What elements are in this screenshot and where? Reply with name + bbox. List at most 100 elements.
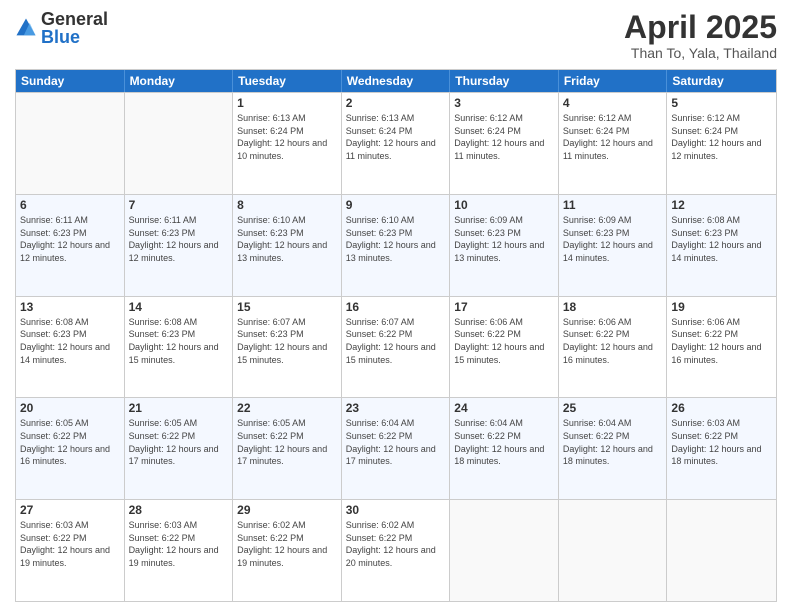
day-number: 30 — [346, 503, 446, 517]
day-number: 6 — [20, 198, 120, 212]
cal-cell-14: 14 Sunrise: 6:08 AMSunset: 6:23 PMDayligh… — [125, 297, 234, 398]
day-number: 23 — [346, 401, 446, 415]
cal-cell-3: 3 Sunrise: 6:12 AMSunset: 6:24 PMDaylight… — [450, 93, 559, 194]
day-number: 12 — [671, 198, 772, 212]
day-number: 13 — [20, 300, 120, 314]
header: General Blue April 2025 Than To, Yala, T… — [15, 10, 777, 61]
day-number: 28 — [129, 503, 229, 517]
day-info: Sunrise: 6:12 AMSunset: 6:24 PMDaylight:… — [454, 112, 554, 162]
cal-cell-29: 29 Sunrise: 6:02 AMSunset: 6:22 PMDayligh… — [233, 500, 342, 601]
cal-cell-empty — [559, 500, 668, 601]
day-header-friday: Friday — [559, 70, 668, 92]
day-number: 11 — [563, 198, 663, 212]
logo-icon — [15, 17, 37, 39]
day-header-wednesday: Wednesday — [342, 70, 451, 92]
cal-cell-25: 25 Sunrise: 6:04 AMSunset: 6:22 PMDayligh… — [559, 398, 668, 499]
logo-text: General Blue — [41, 10, 108, 46]
cal-cell-20: 20 Sunrise: 6:05 AMSunset: 6:22 PMDayligh… — [16, 398, 125, 499]
day-number: 20 — [20, 401, 120, 415]
calendar-subtitle: Than To, Yala, Thailand — [624, 45, 777, 61]
week-row-2: 6 Sunrise: 6:11 AMSunset: 6:23 PMDaylight… — [16, 194, 776, 296]
day-info: Sunrise: 6:08 AMSunset: 6:23 PMDaylight:… — [20, 316, 120, 366]
cal-cell-11: 11 Sunrise: 6:09 AMSunset: 6:23 PMDayligh… — [559, 195, 668, 296]
day-number: 27 — [20, 503, 120, 517]
calendar-header-row: SundayMondayTuesdayWednesdayThursdayFrid… — [16, 70, 776, 92]
calendar: SundayMondayTuesdayWednesdayThursdayFrid… — [15, 69, 777, 602]
day-info: Sunrise: 6:06 AMSunset: 6:22 PMDaylight:… — [671, 316, 772, 366]
day-number: 19 — [671, 300, 772, 314]
cal-cell-18: 18 Sunrise: 6:06 AMSunset: 6:22 PMDayligh… — [559, 297, 668, 398]
day-number: 26 — [671, 401, 772, 415]
page: General Blue April 2025 Than To, Yala, T… — [0, 0, 792, 612]
day-info: Sunrise: 6:10 AMSunset: 6:23 PMDaylight:… — [346, 214, 446, 264]
day-info: Sunrise: 6:09 AMSunset: 6:23 PMDaylight:… — [563, 214, 663, 264]
day-info: Sunrise: 6:05 AMSunset: 6:22 PMDaylight:… — [129, 417, 229, 467]
day-info: Sunrise: 6:07 AMSunset: 6:22 PMDaylight:… — [346, 316, 446, 366]
day-number: 3 — [454, 96, 554, 110]
cal-cell-13: 13 Sunrise: 6:08 AMSunset: 6:23 PMDayligh… — [16, 297, 125, 398]
day-info: Sunrise: 6:13 AMSunset: 6:24 PMDaylight:… — [237, 112, 337, 162]
cal-cell-9: 9 Sunrise: 6:10 AMSunset: 6:23 PMDaylight… — [342, 195, 451, 296]
calendar-body: 1 Sunrise: 6:13 AMSunset: 6:24 PMDaylight… — [16, 92, 776, 601]
logo-blue: Blue — [41, 28, 108, 46]
day-number: 25 — [563, 401, 663, 415]
day-info: Sunrise: 6:11 AMSunset: 6:23 PMDaylight:… — [129, 214, 229, 264]
day-header-thursday: Thursday — [450, 70, 559, 92]
day-number: 18 — [563, 300, 663, 314]
cal-cell-4: 4 Sunrise: 6:12 AMSunset: 6:24 PMDaylight… — [559, 93, 668, 194]
cal-cell-24: 24Sunrise: 6:04 AMSunset: 6:22 PMDayligh… — [450, 398, 559, 499]
day-number: 7 — [129, 198, 229, 212]
calendar-title: April 2025 — [624, 10, 777, 45]
day-info: Sunrise: 6:07 AMSunset: 6:23 PMDaylight:… — [237, 316, 337, 366]
cal-cell-22: 22Sunrise: 6:05 AMSunset: 6:22 PMDayligh… — [233, 398, 342, 499]
day-header-sunday: Sunday — [16, 70, 125, 92]
cal-cell-empty — [667, 500, 776, 601]
day-info: Sunrise: 6:04 AMSunset: 6:22 PMDaylight:… — [346, 417, 446, 467]
day-info: Sunrise: 6:05 AMSunset: 6:22 PMDaylight:… — [20, 417, 120, 467]
week-row-4: 20 Sunrise: 6:05 AMSunset: 6:22 PMDayligh… — [16, 397, 776, 499]
week-row-5: 27 Sunrise: 6:03 AMSunset: 6:22 PMDayligh… — [16, 499, 776, 601]
day-info: Sunrise: 6:06 AMSunset: 6:22 PMDaylight:… — [454, 316, 554, 366]
day-number: 14 — [129, 300, 229, 314]
day-header-tuesday: Tuesday — [233, 70, 342, 92]
logo: General Blue — [15, 10, 108, 46]
cal-cell-10: 10 Sunrise: 6:09 AMSunset: 6:23 PMDayligh… — [450, 195, 559, 296]
day-info: Sunrise: 6:04 AMSunset: 6:22 PMDaylight:… — [454, 417, 554, 467]
cal-cell-5: 5Sunrise: 6:12 AMSunset: 6:24 PMDaylight… — [667, 93, 776, 194]
day-info: Sunrise: 6:02 AMSunset: 6:22 PMDaylight:… — [237, 519, 337, 569]
cal-cell-empty — [125, 93, 234, 194]
day-number: 15 — [237, 300, 337, 314]
day-number: 4 — [563, 96, 663, 110]
day-info: Sunrise: 6:04 AMSunset: 6:22 PMDaylight:… — [563, 417, 663, 467]
day-header-saturday: Saturday — [667, 70, 776, 92]
day-info: Sunrise: 6:06 AMSunset: 6:22 PMDaylight:… — [563, 316, 663, 366]
cal-cell-21: 21 Sunrise: 6:05 AMSunset: 6:22 PMDayligh… — [125, 398, 234, 499]
title-section: April 2025 Than To, Yala, Thailand — [624, 10, 777, 61]
cal-cell-23: 23 Sunrise: 6:04 AMSunset: 6:22 PMDayligh… — [342, 398, 451, 499]
cal-cell-26: 26Sunrise: 6:03 AMSunset: 6:22 PMDayligh… — [667, 398, 776, 499]
cal-cell-empty — [450, 500, 559, 601]
day-info: Sunrise: 6:09 AMSunset: 6:23 PMDaylight:… — [454, 214, 554, 264]
cal-cell-27: 27 Sunrise: 6:03 AMSunset: 6:22 PMDayligh… — [16, 500, 125, 601]
day-info: Sunrise: 6:03 AMSunset: 6:22 PMDaylight:… — [129, 519, 229, 569]
cal-cell-30: 30 Sunrise: 6:02 AMSunset: 6:22 PMDayligh… — [342, 500, 451, 601]
day-info: Sunrise: 6:11 AMSunset: 6:23 PMDaylight:… — [20, 214, 120, 264]
day-info: Sunrise: 6:03 AMSunset: 6:22 PMDaylight:… — [20, 519, 120, 569]
day-number: 10 — [454, 198, 554, 212]
day-info: Sunrise: 6:02 AMSunset: 6:22 PMDaylight:… — [346, 519, 446, 569]
day-number: 21 — [129, 401, 229, 415]
day-number: 16 — [346, 300, 446, 314]
cal-cell-8: 8Sunrise: 6:10 AMSunset: 6:23 PMDaylight… — [233, 195, 342, 296]
day-number: 1 — [237, 96, 337, 110]
cal-cell-empty — [16, 93, 125, 194]
day-info: Sunrise: 6:13 AMSunset: 6:24 PMDaylight:… — [346, 112, 446, 162]
day-number: 29 — [237, 503, 337, 517]
day-info: Sunrise: 6:05 AMSunset: 6:22 PMDaylight:… — [237, 417, 337, 467]
day-number: 5 — [671, 96, 772, 110]
week-row-1: 1 Sunrise: 6:13 AMSunset: 6:24 PMDaylight… — [16, 92, 776, 194]
day-number: 9 — [346, 198, 446, 212]
day-info: Sunrise: 6:08 AMSunset: 6:23 PMDaylight:… — [129, 316, 229, 366]
day-info: Sunrise: 6:08 AMSunset: 6:23 PMDaylight:… — [671, 214, 772, 264]
cal-cell-16: 16 Sunrise: 6:07 AMSunset: 6:22 PMDayligh… — [342, 297, 451, 398]
day-info: Sunrise: 6:12 AMSunset: 6:24 PMDaylight:… — [563, 112, 663, 162]
